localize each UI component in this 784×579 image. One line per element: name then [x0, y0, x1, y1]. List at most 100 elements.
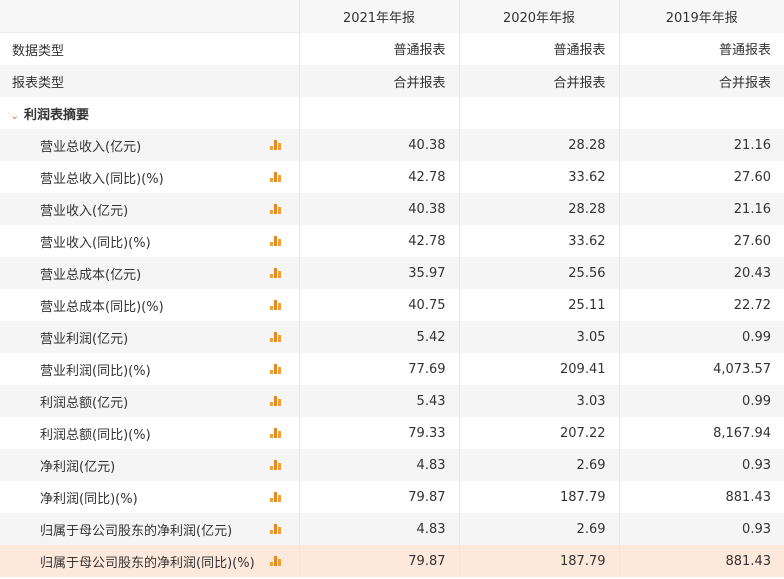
chevron-down-icon[interactable]: ⌄	[10, 109, 24, 122]
bar-chart-icon[interactable]	[269, 428, 283, 438]
row-label: 归属于母公司股东的净利润(同比)(%)	[40, 555, 255, 571]
bar-chart-icon[interactable]	[269, 268, 283, 278]
row-label: 利润总额(同比)(%)	[40, 427, 151, 443]
cell-value: 25.56	[458, 257, 619, 289]
row-label-cell: 营业总成本(亿元)	[0, 257, 299, 289]
table-row[interactable]: 归属于母公司股东的净利润(亿元) 4.83 2.69 0.93	[0, 513, 784, 545]
cell-value: 22.72	[618, 289, 784, 321]
cell-value: 8,167.94	[618, 417, 784, 449]
bar-chart-icon[interactable]	[269, 172, 283, 182]
row-label-cell: 营业总收入(亿元)	[0, 129, 299, 161]
cell-value: 4.83	[298, 449, 459, 481]
cell-value: 187.79	[458, 545, 619, 577]
table-row[interactable]: 营业总成本(同比)(%) 40.75 25.11 22.72	[0, 289, 784, 321]
row-label: 营业总收入(同比)(%)	[40, 171, 164, 187]
row-label: 营业收入(同比)(%)	[40, 235, 151, 251]
cell-value: 21.16	[618, 129, 784, 161]
table-row[interactable]: 归属于母公司股东的净利润(同比)(%) 79.87 187.79 881.43	[0, 545, 784, 577]
row-label: 营业总收入(亿元)	[40, 139, 142, 155]
row-label-cell: 归属于母公司股东的净利润(亿元)	[0, 513, 299, 545]
bar-chart-icon[interactable]	[269, 492, 283, 502]
meta-row-data-type: 数据类型 普通报表 普通报表 普通报表	[0, 32, 784, 65]
cell-value: 209.41	[458, 353, 619, 385]
bar-chart-icon[interactable]	[269, 332, 283, 342]
row-label: 营业总成本(同比)(%)	[40, 299, 164, 315]
bar-chart-icon[interactable]	[269, 204, 283, 214]
table-row[interactable]: 营业收入(亿元) 40.38 28.28 21.16	[0, 193, 784, 225]
cell-value: 40.75	[298, 289, 459, 321]
header-row: 2021年年报 2020年年报 2019年年报	[0, 0, 784, 33]
cell-value: 0.93	[618, 449, 784, 481]
row-label-cell: 营业收入(同比)(%)	[0, 225, 299, 257]
cell-value: 28.28	[458, 193, 619, 225]
cell-value: 20.43	[618, 257, 784, 289]
cell-value: 21.16	[618, 193, 784, 225]
cell-value: 40.38	[298, 193, 459, 225]
table-row[interactable]: 营业总收入(亿元) 40.38 28.28 21.16	[0, 129, 784, 161]
row-label: 营业利润(同比)(%)	[40, 363, 151, 379]
cell-value: 0.99	[618, 321, 784, 353]
row-label-cell: 归属于母公司股东的净利润(同比)(%)	[0, 545, 299, 577]
cell-value: 0.93	[618, 513, 784, 545]
table-row[interactable]: 净利润(同比)(%) 79.87 187.79 881.43	[0, 481, 784, 513]
cell-value: 27.60	[618, 161, 784, 193]
cell-value: 合并报表	[298, 65, 459, 97]
row-label-cell: 营业利润(亿元)	[0, 321, 299, 353]
row-label: 净利润(同比)(%)	[40, 491, 138, 507]
table-row[interactable]: 营业总收入(同比)(%) 42.78 33.62 27.60	[0, 161, 784, 193]
row-label-cell: 营业总收入(同比)(%)	[0, 161, 299, 193]
bar-chart-icon[interactable]	[269, 396, 283, 406]
table-row[interactable]: 利润总额(同比)(%) 79.33 207.22 8,167.94	[0, 417, 784, 449]
bar-chart-icon[interactable]	[269, 524, 283, 534]
cell-value: 881.43	[618, 545, 784, 577]
table-row[interactable]: 净利润(亿元) 4.83 2.69 0.93	[0, 449, 784, 481]
cell-value: 79.87	[298, 545, 459, 577]
cell-value: 33.62	[458, 225, 619, 257]
bar-chart-icon[interactable]	[269, 556, 283, 566]
cell-value: 2.69	[458, 449, 619, 481]
row-label-cell: 营业总成本(同比)(%)	[0, 289, 299, 321]
bar-chart-icon[interactable]	[269, 236, 283, 246]
table-row[interactable]: 利润总额(亿元) 5.43 3.03 0.99	[0, 385, 784, 417]
cell-value: 4.83	[298, 513, 459, 545]
bar-chart-icon[interactable]	[269, 460, 283, 470]
cell-value: 合并报表	[618, 65, 784, 97]
row-label-cell: 净利润(同比)(%)	[0, 481, 299, 513]
table-row[interactable]: 营业收入(同比)(%) 42.78 33.62 27.60	[0, 225, 784, 257]
cell-value: 普通报表	[458, 32, 619, 65]
column-header-2021[interactable]: 2021年年报	[298, 0, 459, 33]
cell-value: 25.11	[458, 289, 619, 321]
table-row[interactable]: 营业总成本(亿元) 35.97 25.56 20.43	[0, 257, 784, 289]
row-label-cell: 营业利润(同比)(%)	[0, 353, 299, 385]
section-title: 利润表摘要	[24, 107, 90, 123]
bar-chart-icon[interactable]	[269, 364, 283, 374]
row-label: 利润总额(亿元)	[40, 395, 129, 411]
section-header[interactable]: ⌄ 利润表摘要	[0, 97, 299, 129]
header-corner	[0, 0, 299, 33]
cell-value: 40.38	[298, 129, 459, 161]
column-header-2020[interactable]: 2020年年报	[458, 0, 619, 33]
cell-value: 5.42	[298, 321, 459, 353]
section-row[interactable]: ⌄ 利润表摘要	[0, 97, 784, 129]
cell-value: 33.62	[458, 161, 619, 193]
cell-value: 27.60	[618, 225, 784, 257]
row-label-cell: 利润总额(亿元)	[0, 385, 299, 417]
row-label-cell: 净利润(亿元)	[0, 449, 299, 481]
cell-value: 5.43	[298, 385, 459, 417]
cell-value: 77.69	[298, 353, 459, 385]
cell-empty	[298, 97, 459, 129]
column-header-2019[interactable]: 2019年年报	[618, 0, 784, 33]
cell-value: 2.69	[458, 513, 619, 545]
row-label: 营业利润(亿元)	[40, 331, 129, 347]
cell-value: 207.22	[458, 417, 619, 449]
table-row[interactable]: 营业利润(同比)(%) 77.69 209.41 4,073.57	[0, 353, 784, 385]
cell-value: 0.99	[618, 385, 784, 417]
cell-value: 3.03	[458, 385, 619, 417]
cell-value: 42.78	[298, 225, 459, 257]
cell-empty	[618, 97, 784, 129]
bar-chart-icon[interactable]	[269, 140, 283, 150]
bar-chart-icon[interactable]	[269, 300, 283, 310]
row-label: 归属于母公司股东的净利润(亿元)	[40, 523, 233, 539]
row-label: 净利润(亿元)	[40, 459, 116, 475]
table-row[interactable]: 营业利润(亿元) 5.42 3.05 0.99	[0, 321, 784, 353]
